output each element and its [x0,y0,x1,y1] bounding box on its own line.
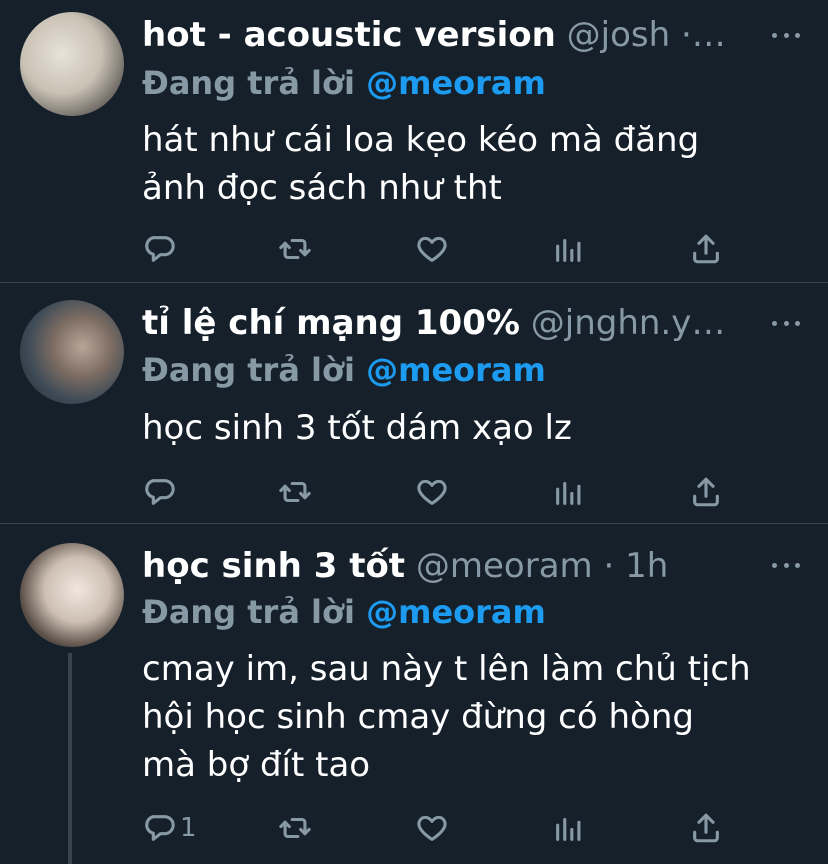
stats-button[interactable] [552,231,586,267]
like-button[interactable] [415,810,449,846]
like-icon [417,236,447,262]
tweet-text: hát như cái loa kẹo kéo mà đăng ảnh đọc … [142,116,802,212]
reply-icon [145,479,175,505]
reply-icon [145,236,175,262]
like-button[interactable] [415,231,449,267]
stats-icon [556,481,581,505]
mention-link[interactable]: @meoram [366,593,546,631]
tweet-text-line: mà bợ đít tao [142,745,371,785]
action-bar [142,231,742,267]
retweet-icon [279,238,311,260]
share-icon [693,234,719,264]
stats-button[interactable] [552,474,586,510]
display-name[interactable]: học sinh 3 tốt [142,546,405,586]
mention-link[interactable]: @meoram [366,351,546,389]
avatar[interactable] [20,300,124,404]
tweet-text-line: hát như cái loa kẹo kéo mà đăng [142,120,700,160]
tweet-header: tỉ lệ chí mạng 100% @jnghn.y… [142,298,754,348]
tweet-text-line: học sinh 3 tốt dám xạo lz [142,408,572,448]
tweet-text-line: cmay im, sau này t lên làm chủ tịch [142,649,751,689]
more-icon[interactable] [772,547,800,583]
like-button[interactable] [415,474,449,510]
avatar[interactable] [20,543,124,647]
tweet-text: học sinh 3 tốt dám xạo lz [142,404,802,452]
replying-to-label: Đang trả lời [142,351,355,389]
retweet-button[interactable] [278,474,312,510]
tweet-text-line: hội học sinh cmay đừng có hòng [142,697,694,737]
handle[interactable]: @josh ·… [567,15,726,55]
like-icon [417,815,447,841]
retweet-button[interactable] [278,810,312,846]
tweet-text-line: ảnh đọc sách như tht [142,168,502,208]
retweet-icon [279,817,311,839]
tweet-header: hot - acoustic version @josh ·… [142,10,754,60]
replying-to: Đang trả lời @meoram [142,59,546,107]
share-button[interactable] [689,474,723,510]
more-icon[interactable] [772,305,800,341]
reply-button[interactable] [142,474,180,510]
action-bar: 1 [142,810,742,846]
share-icon [693,813,719,843]
share-button[interactable] [689,810,723,846]
retweet-button[interactable] [278,231,312,267]
tweet-header: học sinh 3 tốt @meoram · 1h [142,541,754,591]
action-bar [142,474,742,510]
replying-to-label: Đang trả lời [142,593,355,631]
reply-button[interactable] [142,231,180,267]
display-name[interactable]: tỉ lệ chí mạng 100% [142,303,520,343]
stats-icon [556,817,581,841]
share-button[interactable] [689,231,723,267]
retweet-icon [279,481,311,503]
stats-icon [556,238,581,262]
replying-to: Đang trả lời @meoram [142,346,546,394]
reply-icon [145,815,175,841]
stats-button[interactable] [552,810,586,846]
handle[interactable]: @meoram · 1h [416,546,668,586]
reply-button[interactable]: 1 [142,810,197,846]
thread-connector [68,653,72,864]
replying-to: Đang trả lời @meoram [142,588,546,636]
mention-link[interactable]: @meoram [366,64,546,102]
tweet-text: cmay im, sau này t lên làm chủ tịch hội … [142,645,802,789]
reply-count: 1 [180,813,197,843]
display-name[interactable]: hot - acoustic version [142,15,556,55]
avatar[interactable] [20,12,124,116]
like-icon [417,479,447,505]
handle[interactable]: @jnghn.y… [531,303,726,343]
more-icon[interactable] [772,17,800,53]
replying-to-label: Đang trả lời [142,64,355,102]
share-icon [693,477,719,507]
